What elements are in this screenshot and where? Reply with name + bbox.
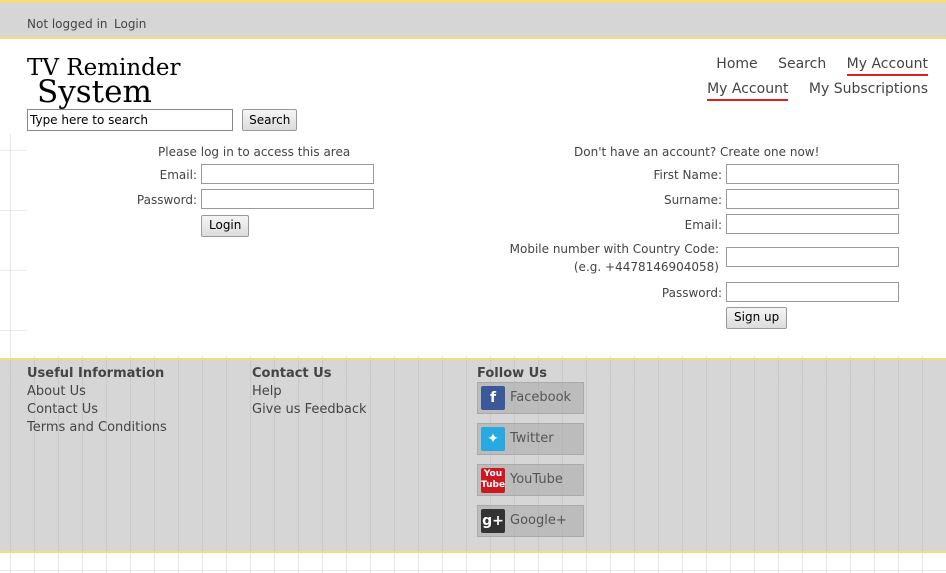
login-password-field[interactable] [201, 189, 374, 209]
social-google-plus-label: Google+ [510, 513, 567, 528]
login-email-label: Email: [159, 168, 197, 182]
logo-line2: System [37, 74, 152, 110]
signup-email-field[interactable] [726, 214, 899, 234]
login-heading: Please log in to access this area [158, 145, 351, 159]
header: TV Reminder System Home Search My Accoun… [0, 39, 946, 134]
social-twitter-label: Twitter [510, 431, 554, 446]
login-password-label: Password: [136, 193, 197, 207]
footer-link-help[interactable]: Help [252, 384, 367, 399]
social-youtube[interactable]: You Tube YouTube [477, 464, 584, 496]
main-content: Please log in to access this area Email:… [27, 134, 946, 356]
signup-button[interactable]: Sign up [726, 307, 788, 329]
youtube-icon: You Tube [481, 468, 505, 493]
mobile-label-line2: (e.g. +4478146904058) [573, 260, 719, 274]
nav-home[interactable]: Home [716, 56, 757, 74]
surname-label: Surname: [663, 193, 722, 207]
google-plus-icon: g+ [481, 509, 505, 533]
first-name-field[interactable] [726, 164, 899, 184]
footer-contact: Contact Us Help Give us Feedback [252, 366, 367, 420]
footer-contact-heading: Contact Us [252, 366, 332, 381]
social-facebook-label: Facebook [510, 390, 572, 405]
signup-email-label: Email: [684, 218, 722, 232]
signup-password-field[interactable] [726, 282, 899, 302]
social-facebook[interactable]: f Facebook [477, 382, 584, 414]
login-link[interactable]: Login [114, 17, 146, 31]
search-button[interactable]: Search [242, 109, 298, 131]
footer-link-feedback[interactable]: Give us Feedback [252, 402, 367, 417]
nav-my-account[interactable]: My Account [846, 56, 928, 76]
mobile-label: Mobile number with Country Code: (e.g. +… [482, 242, 719, 274]
first-name-label: First Name: [653, 168, 722, 182]
surname-field[interactable] [726, 189, 899, 209]
mobile-label-line1: Mobile number with Country Code: [509, 242, 719, 256]
signup-heading: Don't have an account? Create one now! [574, 145, 820, 159]
site-logo[interactable]: TV Reminder System [27, 57, 181, 108]
search-input[interactable] [27, 109, 233, 131]
facebook-icon: f [481, 386, 505, 410]
footer-follow-heading: Follow Us [477, 366, 547, 381]
twitter-icon: ✦ [481, 427, 505, 451]
social-twitter[interactable]: ✦ Twitter [477, 423, 584, 455]
footer-link-about[interactable]: About Us [27, 384, 167, 399]
footer-useful-heading: Useful Information [27, 366, 165, 381]
footer: Useful Information About Us Contact Us T… [0, 358, 946, 553]
primary-nav: Home Search My Account [700, 56, 928, 76]
login-status: Not logged in [27, 17, 108, 31]
subnav-my-account[interactable]: My Account [707, 81, 789, 101]
footer-link-contact[interactable]: Contact Us [27, 402, 167, 417]
nav-search[interactable]: Search [778, 56, 826, 74]
footer-useful-info: Useful Information About Us Contact Us T… [27, 366, 167, 438]
footer-link-terms[interactable]: Terms and Conditions [27, 420, 167, 435]
mobile-field[interactable] [726, 247, 899, 267]
secondary-nav: My Account My Subscriptions [691, 81, 928, 101]
login-email-field[interactable] [201, 164, 374, 184]
social-google-plus[interactable]: g+ Google+ [477, 505, 584, 537]
signup-password-label: Password: [661, 286, 722, 300]
search-bar: Search [27, 109, 298, 131]
top-bar: Not logged in Login [0, 0, 946, 39]
social-youtube-label: YouTube [510, 472, 563, 487]
subnav-my-subscriptions[interactable]: My Subscriptions [809, 81, 928, 99]
login-button[interactable]: Login [201, 215, 250, 237]
